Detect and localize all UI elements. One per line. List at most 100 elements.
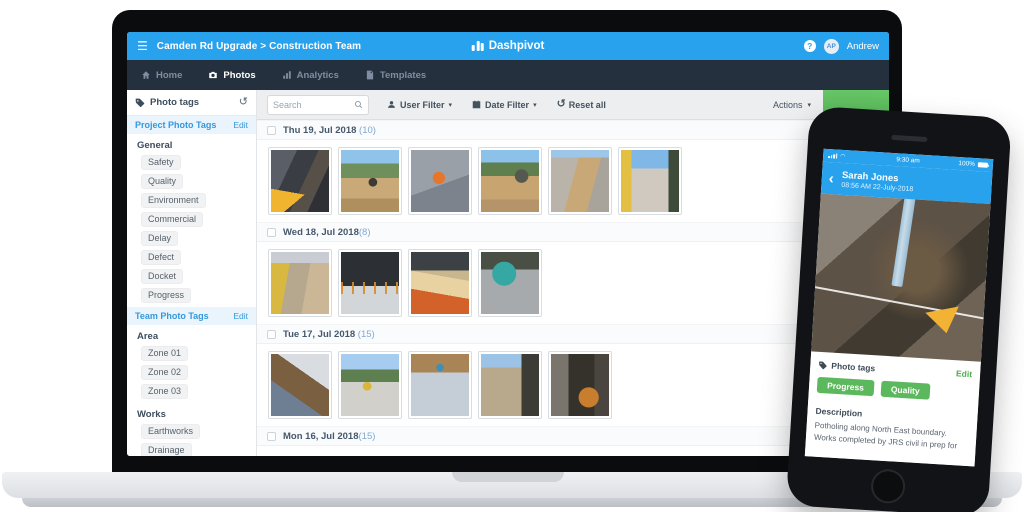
chevron-down-icon: ▾ (807, 101, 811, 109)
user-icon (387, 100, 396, 109)
signal-icon (828, 153, 837, 159)
undo-icon: ↺ (557, 99, 566, 110)
select-date-checkbox[interactable] (267, 330, 276, 339)
tag-icon (135, 98, 145, 108)
photo-thumbnail[interactable] (549, 352, 611, 418)
tag-pill-commercial[interactable]: Commercial (141, 212, 203, 227)
actions-dropdown[interactable]: Actions ▾ (773, 100, 811, 110)
nav-item-home[interactable]: Home (141, 70, 182, 81)
nav-label: Templates (380, 70, 426, 81)
tag-pill-quality[interactable]: Quality (141, 174, 183, 189)
user-name[interactable]: Andrew (847, 41, 879, 52)
help-icon[interactable]: ? (804, 40, 816, 52)
photo-count: (10) (356, 125, 376, 136)
select-date-checkbox[interactable] (267, 126, 276, 135)
nav-item-templates[interactable]: Templates (365, 70, 426, 81)
search-input[interactable] (273, 100, 351, 110)
tag-pill-safety[interactable]: Safety (141, 155, 181, 170)
search-box[interactable] (267, 95, 369, 115)
reset-all-label: Reset all (569, 100, 606, 110)
date-label: Thu 19, Jul 2018 (283, 125, 356, 136)
tag-group-heading: General (127, 134, 256, 155)
wifi-icon: ◠ (840, 153, 846, 160)
select-date-checkbox[interactable] (267, 228, 276, 237)
photo-thumbnail[interactable] (339, 352, 401, 418)
date-filter-label: Date Filter (485, 100, 529, 110)
nav-label: Analytics (297, 70, 339, 81)
photo-thumbnail[interactable] (409, 352, 471, 418)
tag-pill-docket[interactable]: Docket (141, 269, 183, 284)
edit-project-tags-link[interactable]: Edit (233, 120, 248, 130)
photo-thumbnail[interactable] (409, 250, 471, 316)
tag-pill-zone-01[interactable]: Zone 01 (141, 346, 188, 361)
photo-thumbnail[interactable] (269, 352, 331, 418)
app-topbar: ☰ Camden Rd Upgrade > Construction Team … (127, 32, 889, 60)
photo-thumbnail[interactable] (619, 148, 681, 214)
laptop-hinge-notch (452, 472, 564, 482)
edit-team-tags-link[interactable]: Edit (233, 311, 248, 321)
calendar-icon (472, 100, 481, 109)
tag-pill-environment[interactable]: Environment (141, 193, 206, 208)
photo-count: (8) (359, 227, 371, 238)
nav-item-analytics[interactable]: Analytics (282, 70, 339, 81)
home-button[interactable] (870, 468, 906, 504)
tag-pill-zone-03[interactable]: Zone 03 (141, 384, 188, 399)
actions-label: Actions (773, 100, 803, 110)
photo-thumbnail[interactable] (339, 250, 401, 316)
section-label: Team Photo Tags (135, 311, 209, 321)
edit-tags-link[interactable]: Edit (956, 368, 973, 379)
date-filter-dropdown[interactable]: Date Filter ▾ (472, 100, 537, 110)
photo-thumbnail[interactable] (479, 148, 541, 214)
chevron-down-icon: ▾ (449, 101, 453, 109)
tag-pill-drainage[interactable]: Drainage (141, 443, 192, 456)
date-label: Wed 18, Jul 2018 (283, 227, 359, 238)
analytics-icon (282, 70, 292, 80)
team-photo-tags-header: Team Photo Tags Edit (127, 307, 256, 325)
tag-badge-progress[interactable]: Progress (817, 377, 875, 396)
laptop-screen: ☰ Camden Rd Upgrade > Construction Team … (127, 32, 889, 456)
menu-icon[interactable]: ☰ (137, 40, 148, 52)
chevron-down-icon: ▾ (533, 101, 537, 109)
restore-tags-icon[interactable]: ↺ (239, 97, 248, 108)
photo-row (257, 140, 889, 222)
select-date-checkbox[interactable] (267, 432, 276, 441)
tag-group-heading: Works (127, 403, 256, 424)
section-label: Project Photo Tags (135, 120, 216, 130)
photo-thumbnail[interactable] (549, 148, 611, 214)
date-group-header: Wed 18, Jul 2018 (8) (257, 222, 889, 242)
pipe-graphic (891, 194, 915, 287)
tag-pill-delay[interactable]: Delay (141, 231, 178, 246)
main-nav: Home Photos Analytics Templates (127, 60, 889, 90)
nav-item-photos[interactable]: Photos (208, 70, 255, 81)
photo-thumbnail[interactable] (269, 250, 331, 316)
tag-pill-defect[interactable]: Defect (141, 250, 181, 265)
status-time: 9:30 am (896, 156, 920, 164)
photo-thumbnail[interactable] (339, 148, 401, 214)
photo-thumbnail[interactable] (409, 148, 471, 214)
photo-count: (15) (359, 431, 376, 442)
tag-pill-zone-02[interactable]: Zone 02 (141, 365, 188, 380)
tag-icon (818, 360, 828, 370)
phone-screen: ◠ 9:30 am 100% ‹ Sarah Jones 08:56 AM 22… (805, 149, 993, 467)
flag-marker-graphic (925, 307, 963, 337)
date-group-header: Thu 19, Jul 2018 (10) (257, 120, 889, 140)
photo-thumbnail[interactable] (479, 352, 541, 418)
string-line-graphic (811, 284, 990, 323)
photo-thumbnail[interactable] (269, 148, 331, 214)
sidebar-title: Photo tags (150, 97, 199, 108)
reset-all-button[interactable]: ↺ Reset all (557, 99, 606, 110)
photo-thumbnail[interactable] (479, 250, 541, 316)
back-chevron-icon[interactable]: ‹ (828, 171, 834, 186)
photo-detail-card: Photo tags Edit Progress Quality Descrip… (805, 351, 981, 466)
laptop-bezel: ☰ Camden Rd Upgrade > Construction Team … (112, 10, 902, 472)
photo-row (257, 242, 889, 324)
avatar[interactable]: AP (824, 39, 839, 54)
photo-detail-image[interactable] (811, 194, 990, 362)
logo-text: Dashpivot (489, 40, 545, 52)
tag-pill-progress[interactable]: Progress (141, 288, 191, 303)
tag-badge-quality[interactable]: Quality (880, 381, 930, 400)
battery-icon (978, 162, 988, 168)
nav-label: Photos (223, 70, 255, 81)
user-filter-dropdown[interactable]: User Filter ▾ (387, 100, 452, 110)
tag-pill-earthworks[interactable]: Earthworks (141, 424, 200, 439)
